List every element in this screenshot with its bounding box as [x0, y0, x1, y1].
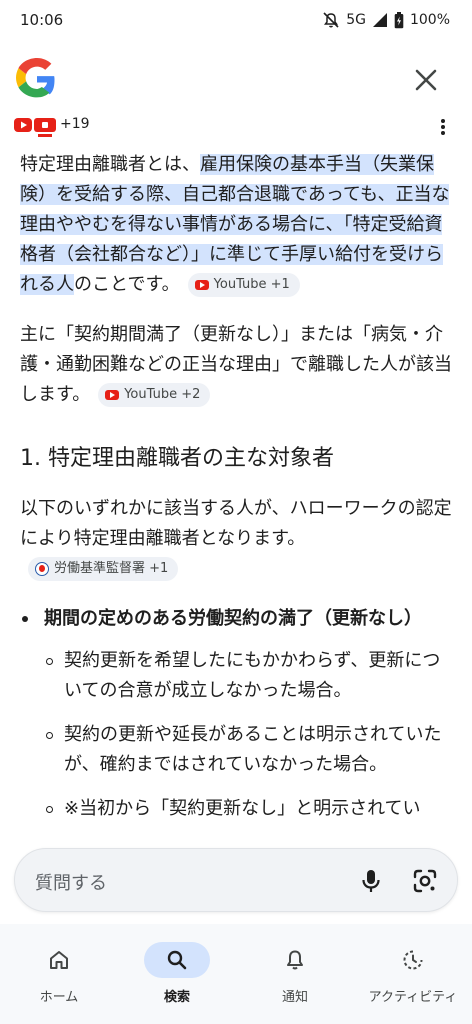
nav-home[interactable]: ホーム — [0, 934, 118, 1014]
sub-list-item: ※当初から「契約更新なし」と明示されてい — [44, 794, 452, 824]
status-bar: 10:06 5G 100% — [0, 0, 472, 40]
home-icon — [50, 951, 68, 969]
sources-row: +19 — [0, 112, 472, 140]
paragraph-criteria-intro: 以下のいずれかに該当する人が、ハローワークの認定により特定理由離職者となります。… — [20, 494, 452, 584]
criteria-intro-text: 以下のいずれかに該当する人が、ハローワークの認定により特定理由離職者となります。 — [20, 498, 452, 549]
ask-input-bar[interactable]: 質問する — [14, 848, 458, 912]
source-chip-label: YouTube +2 — [124, 387, 201, 402]
network-type: 5G — [346, 12, 366, 28]
sub-list-item: 契約更新を希望したにもかかわらず、更新についての合意が成立しなかった場合。 — [44, 646, 452, 706]
nav-notifications[interactable]: 通知 — [236, 934, 354, 1014]
signal-icon — [372, 13, 387, 27]
bottom-navigation: ホーム 検索 通知 アクティビティ — [0, 924, 472, 1024]
ask-input-placeholder[interactable]: 質問する — [35, 869, 107, 895]
source-chip-label: 労働基準監督署 +1 — [54, 561, 169, 576]
close-icon[interactable] — [410, 64, 442, 96]
nav-activity-label: アクティビティ — [368, 990, 458, 1005]
paragraph-definition: 特定理由離職者とは、雇用保険の基本手当（失業保険）を受給する際、自己都合退職であ… — [20, 150, 452, 300]
nav-search-label: 検索 — [163, 990, 190, 1005]
paragraph-eligibility: 主に「契約期間満了（更新なし）」または「病気・介護・通勤困難などの正当な理由」で… — [20, 320, 452, 410]
criteria-list: 期間の定めのある労働契約の満了（更新なし） 契約更新を希望したにもかかわらず、更… — [20, 604, 452, 824]
source-chip-mhlw[interactable]: 労働基準監督署 +1 — [28, 557, 179, 581]
microphone-icon[interactable] — [357, 867, 385, 895]
source-favicon-icon[interactable] — [14, 116, 56, 138]
ai-overview-content: 特定理由離職者とは、雇用保険の基本手当（失業保険）を受給する際、自己都合退職であ… — [20, 150, 452, 840]
google-logo-icon — [16, 58, 55, 98]
source-chip-label: YouTube +1 — [213, 277, 290, 292]
source-chip-youtube-2[interactable]: YouTube +2 — [98, 383, 211, 407]
youtube-icon — [194, 280, 209, 290]
sub-list: 契約更新を希望したにもかかわらず、更新についての合意が成立しなかった場合。 契約… — [44, 646, 452, 824]
battery-level: 100% — [409, 12, 450, 28]
mute-icon — [323, 12, 339, 28]
definition-lead: 特定理由離職者とは、 — [20, 154, 200, 175]
status-time: 10:06 — [20, 11, 64, 29]
nav-home-label: ホーム — [39, 990, 79, 1005]
activity-icon — [403, 950, 423, 970]
eligibility-text: 主に「契約期間満了（更新なし）」または「病気・介護・通勤困難などの正当な理由」で… — [20, 324, 452, 405]
youtube-icon — [105, 390, 120, 400]
bullet-title: 期間の定めのある労働契約の満了（更新なし） — [44, 608, 422, 629]
battery-icon — [394, 11, 404, 28]
nav-activity[interactable]: アクティビティ — [354, 934, 472, 1014]
nav-notifications-label: 通知 — [281, 990, 308, 1005]
top-bar — [0, 52, 472, 106]
source-chip-youtube-1[interactable]: YouTube +1 — [187, 273, 300, 297]
google-lens-icon[interactable] — [411, 867, 439, 895]
sources-count[interactable]: +19 — [60, 116, 90, 132]
definition-tail: のことです。 — [74, 274, 180, 295]
list-item: 期間の定めのある労働契約の満了（更新なし） 契約更新を希望したにもかかわらず、更… — [20, 604, 452, 824]
search-icon — [167, 950, 187, 970]
status-icons: 5G 100% — [322, 11, 450, 29]
section-heading: 1. 特定理由離職者の主な対象者 — [20, 446, 334, 471]
sub-list-item: 契約の更新や延長があることは明示されていたが、確約まではされていなかった場合。 — [44, 720, 452, 780]
bell-icon — [287, 950, 303, 970]
more-options-icon[interactable] — [434, 116, 452, 138]
mhlw-logo-icon — [35, 562, 49, 576]
nav-search[interactable]: 検索 — [118, 934, 236, 1014]
